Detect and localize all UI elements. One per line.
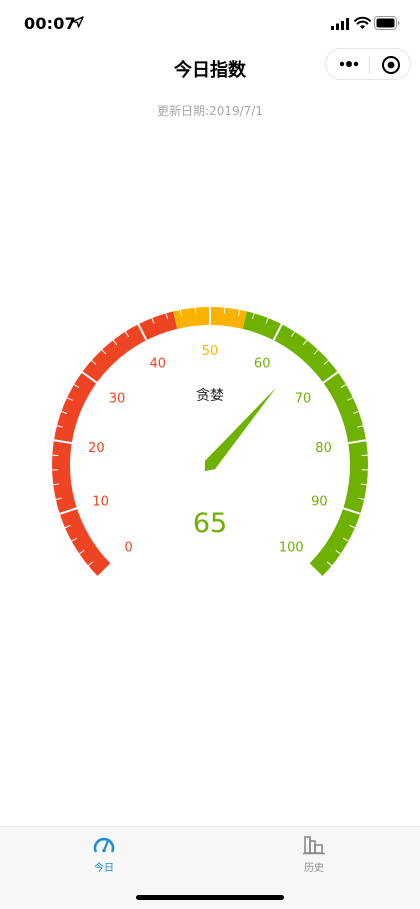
gauge-tick-label: 90	[311, 495, 328, 510]
capsule-divider	[369, 56, 370, 74]
gauge-value: 65	[193, 508, 227, 539]
cellular-signal-icon	[331, 18, 349, 30]
tab-history[interactable]: 历史	[274, 831, 354, 875]
gauge-tick-label: 0	[125, 540, 133, 555]
gauge-tick-label: 10	[92, 495, 109, 510]
home-indicator	[136, 895, 284, 900]
gauge-tick-label: 30	[109, 391, 126, 406]
more-icon[interactable]	[338, 58, 360, 70]
index-gauge: 0 10 20 30 40 50 60 70 80 90 100 贪婪 65	[0, 280, 420, 580]
battery-icon	[374, 16, 400, 30]
gauge-tick-label: 40	[150, 357, 167, 372]
gauge-title: 贪婪	[196, 388, 224, 404]
navigation-bar: 今日指数	[0, 48, 420, 88]
gauge-icon	[93, 837, 115, 853]
tab-history-label: 历史	[304, 863, 324, 874]
gauge-chart: 0 10 20 30 40 50 60 70 80 90 100 贪婪 65	[52, 307, 368, 578]
gauge-tick-label: 70	[295, 391, 312, 406]
gauge-tick-label: 50	[202, 344, 219, 359]
close-mini-program-icon[interactable]	[381, 55, 401, 75]
gauge-minor-tick	[194, 307, 197, 314]
update-date: 更新日期:2019/7/1	[157, 104, 263, 118]
tab-today[interactable]: 今日	[64, 831, 144, 875]
gauge-band-0	[52, 311, 178, 577]
gauge-tick-label: 20	[88, 441, 105, 456]
bar-chart-icon	[303, 836, 325, 855]
status-bar: 00:07	[0, 0, 420, 48]
gauge-tick-label: 60	[254, 357, 271, 372]
gauge-tick-label: 100	[279, 540, 304, 555]
status-time: 00:07	[24, 14, 76, 33]
gauge-minor-tick	[223, 307, 226, 314]
gauge-band-2	[242, 311, 368, 577]
mini-program-capsule	[325, 48, 411, 80]
tab-today-label: 今日	[94, 863, 114, 874]
wifi-icon	[354, 16, 371, 29]
location-arrow-icon	[72, 16, 84, 28]
gauge-tick-label: 80	[315, 441, 332, 456]
